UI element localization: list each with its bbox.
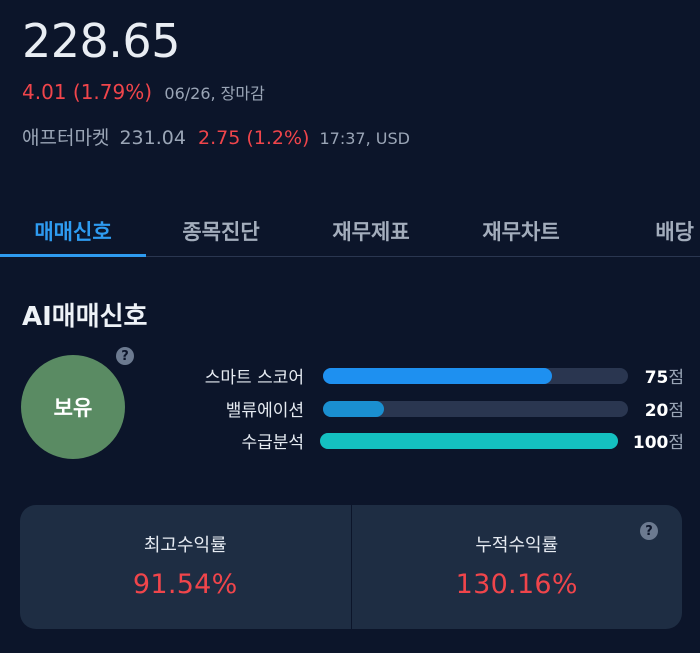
signal-badge: 보유 xyxy=(21,355,125,459)
score-row-supply-demand: 수급분석 100점 xyxy=(150,428,684,453)
tab-trading-signal[interactable]: 매매신호 xyxy=(0,200,146,257)
after-market-price: 231.04 xyxy=(119,127,186,149)
score-value: 20점 xyxy=(644,401,684,421)
score-value: 75점 xyxy=(644,368,684,388)
score-label: 밸류에이션 xyxy=(225,401,304,421)
score-fill xyxy=(323,401,384,417)
ai-signal-title: AI매매신호 xyxy=(22,302,148,332)
returns-card: 최고수익률 91.54% 누적수익률 130.16% xyxy=(20,505,682,629)
after-market-meta: 17:37, USD xyxy=(319,129,410,148)
price-change: 4.01 (1.79%) xyxy=(22,80,153,104)
price-change-row: 4.01 (1.79%) 06/26, 장마감 xyxy=(22,80,265,104)
max-return: 최고수익률 91.54% xyxy=(20,505,351,629)
signal-label: 보유 xyxy=(53,396,93,420)
tab-stock-diagnosis[interactable]: 종목진단 xyxy=(146,200,296,256)
close-meta: 06/26, 장마감 xyxy=(164,84,265,103)
tab-financial-statements[interactable]: 재무제표 xyxy=(296,200,446,256)
stock-detail-page: 228.65 4.01 (1.79%) 06/26, 장마감 애프터마켓 231… xyxy=(0,0,700,653)
after-market-label: 애프터마켓 xyxy=(22,127,110,149)
score-row-valuation: 밸류에이션 20점 xyxy=(150,396,684,421)
score-row-smart: 스마트 스코어 75점 xyxy=(150,363,684,388)
cumulative-return: 누적수익률 130.16% xyxy=(350,505,683,629)
score-value: 100점 xyxy=(632,433,684,453)
signal-help-icon[interactable]: ? xyxy=(116,347,134,365)
score-label: 스마트 스코어 xyxy=(204,368,304,388)
after-market-row: 애프터마켓 231.04 2.75 (1.2%) 17:37, USD xyxy=(22,123,410,150)
max-return-label: 최고수익률 xyxy=(143,535,227,556)
score-track xyxy=(323,401,628,417)
score-label: 수급분석 xyxy=(241,433,304,453)
after-market-change: 2.75 (1.2%) xyxy=(197,127,310,149)
current-price: 228.65 xyxy=(22,14,180,68)
tab-dividend[interactable]: 배당 xyxy=(596,200,700,256)
cumulative-return-label: 누적수익률 xyxy=(475,535,559,556)
tab-financial-charts[interactable]: 재무차트 xyxy=(446,200,596,256)
max-return-value: 91.54% xyxy=(132,569,238,600)
score-fill xyxy=(320,433,618,449)
detail-tabs: 매매신호 종목진단 재무제표 재무차트 배당 xyxy=(0,200,700,257)
score-fill xyxy=(323,368,552,384)
returns-help-icon[interactable]: ? xyxy=(640,522,658,540)
cumulative-return-value: 130.16% xyxy=(455,569,578,600)
score-track xyxy=(320,433,618,449)
score-track xyxy=(323,368,628,384)
